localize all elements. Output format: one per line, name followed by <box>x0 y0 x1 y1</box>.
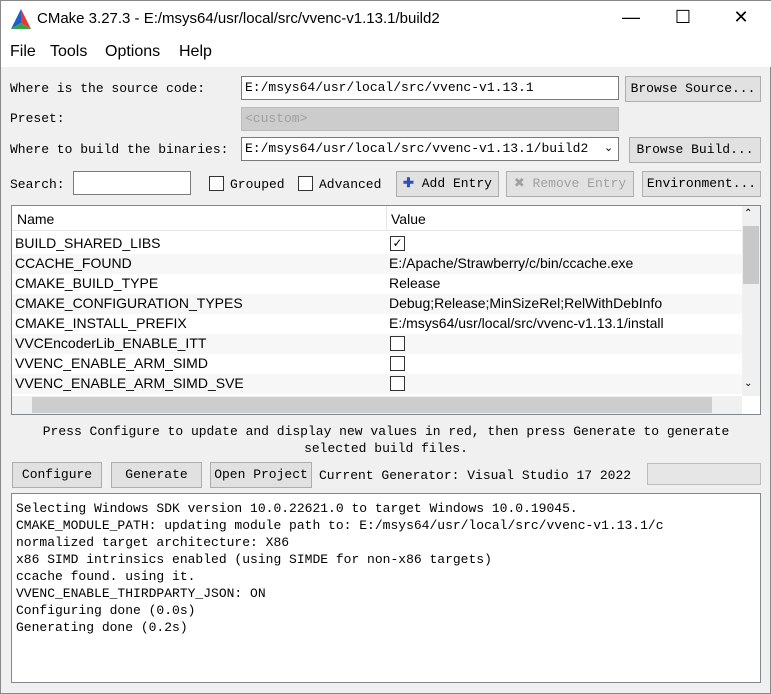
preset-select[interactable]: <custom> <box>241 107 619 131</box>
cmake-logo-icon <box>11 9 31 29</box>
generate-button[interactable]: Generate <box>111 462 202 488</box>
source-label: Where is the source code: <box>10 81 206 96</box>
header-value[interactable]: Value <box>386 206 426 230</box>
menu-options[interactable]: Options <box>105 43 160 61</box>
header-name[interactable]: Name <box>17 211 54 227</box>
vertical-scrollbar[interactable]: ⌃ ⌄ <box>742 206 760 396</box>
row-name: CMAKE_BUILD_TYPE <box>15 275 159 291</box>
progress-bar <box>647 463 761 485</box>
plus-icon: ✚ <box>403 176 414 191</box>
open-project-button[interactable]: Open Project <box>210 462 312 488</box>
source-input[interactable]: E:/msys64/usr/local/src/vvenc-v1.13.1 <box>241 76 619 100</box>
menu-help[interactable]: Help <box>179 43 212 61</box>
table-row[interactable]: VVENC_ENABLE_ARM_SIMD_SVE <box>12 374 742 394</box>
table-row[interactable]: VVENC_ENABLE_ARM_SIMD <box>12 354 742 374</box>
row-name: CMAKE_INSTALL_PREFIX <box>15 315 187 331</box>
browse-source-button[interactable]: Browse Source... <box>625 76 761 102</box>
table-header: Name Value <box>12 206 742 231</box>
h-scroll-thumb[interactable] <box>32 397 712 413</box>
minimize-button[interactable]: — <box>611 7 651 33</box>
maximize-button[interactable]: ☐ <box>663 7 703 33</box>
scroll-up-icon[interactable]: ⌃ <box>744 208 752 219</box>
environment-button[interactable]: Environment... <box>642 171 761 197</box>
output-log: Selecting Windows SDK version 10.0.22621… <box>11 493 761 683</box>
build-input[interactable]: E:/msys64/usr/local/src/vvenc-v1.13.1/bu… <box>241 137 619 161</box>
configure-button[interactable]: Configure <box>12 462 102 488</box>
build-label: Where to build the binaries: <box>10 142 229 157</box>
row-name: VVENC_ENABLE_ARM_SIMD_SVE <box>15 375 244 391</box>
remove-entry-button[interactable]: ✖ Remove Entry <box>506 171 634 197</box>
search-input[interactable] <box>73 171 191 195</box>
scroll-down-icon[interactable]: ⌄ <box>744 378 752 389</box>
table-row[interactable]: BUILD_SHARED_LIBS ✓ <box>12 234 742 254</box>
add-entry-button[interactable]: ✚ Add Entry <box>396 171 499 197</box>
hint-text: Press Configure to update and display ne… <box>42 424 730 456</box>
chevron-down-icon[interactable]: ⌄ <box>604 141 613 155</box>
grouped-label: Grouped <box>230 177 285 192</box>
menu-tools[interactable]: Tools <box>50 43 87 61</box>
preset-label: Preset: <box>10 111 65 126</box>
cache-table: Name Value BUILD_SHARED_LIBS ✓ CCACHE_FOUN… <box>11 205 761 415</box>
row-value[interactable]: Debug;Release;MinSizeRel;RelWithDebInfo <box>389 295 662 311</box>
row-value-checkbox[interactable] <box>390 376 405 391</box>
search-label: Search: <box>10 177 65 192</box>
row-value[interactable]: E:/msys64/usr/local/src/vvenc-v1.13.1/in… <box>389 315 664 331</box>
row-value-checkbox[interactable] <box>390 356 405 371</box>
row-value-checkbox[interactable]: ✓ <box>390 236 405 251</box>
advanced-checkbox[interactable] <box>298 176 313 191</box>
horizontal-scrollbar[interactable] <box>12 396 742 414</box>
row-name: CCACHE_FOUND <box>15 255 132 271</box>
table-row[interactable]: CMAKE_INSTALL_PREFIX E:/msys64/usr/local/… <box>12 314 742 334</box>
row-name: CMAKE_CONFIGURATION_TYPES <box>15 295 243 311</box>
table-row[interactable]: VVCEncoderLib_ENABLE_ITT <box>12 334 742 354</box>
window-title: CMake 3.27.3 - E:/msys64/usr/local/src/v… <box>37 10 440 27</box>
row-name: BUILD_SHARED_LIBS <box>15 235 161 251</box>
close-button[interactable]: ✕ <box>721 7 761 33</box>
table-row[interactable]: CMAKE_CONFIGURATION_TYPES Debug;Release;M… <box>12 294 742 314</box>
menu-bar: File Tools Options Help <box>1 39 771 67</box>
grouped-checkbox[interactable] <box>209 176 224 191</box>
row-value[interactable]: E:/Apache/Strawberry/c/bin/ccache.exe <box>389 255 633 271</box>
browse-build-button[interactable]: Browse Build... <box>629 137 761 163</box>
row-value[interactable]: Release <box>389 275 440 291</box>
table-row[interactable]: CCACHE_FOUND E:/Apache/Strawberry/c/bin/c… <box>12 254 742 274</box>
row-name: VVCEncoderLib_ENABLE_ITT <box>15 335 207 351</box>
scroll-thumb[interactable] <box>743 226 759 284</box>
row-name: VVENC_ENABLE_ARM_SIMD <box>15 355 208 371</box>
row-value-checkbox[interactable] <box>390 336 405 351</box>
advanced-label: Advanced <box>319 177 382 192</box>
table-row[interactable]: CMAKE_BUILD_TYPE Release <box>12 274 742 294</box>
remove-icon: ✖ <box>513 176 525 191</box>
add-entry-label: Add Entry <box>421 176 492 191</box>
current-generator: Current Generator: Visual Studio 17 2022 <box>319 468 632 483</box>
title-bar: CMake 3.27.3 - E:/msys64/usr/local/src/v… <box>1 1 771 39</box>
menu-file[interactable]: File <box>10 43 36 61</box>
remove-entry-label: Remove Entry <box>532 176 627 191</box>
